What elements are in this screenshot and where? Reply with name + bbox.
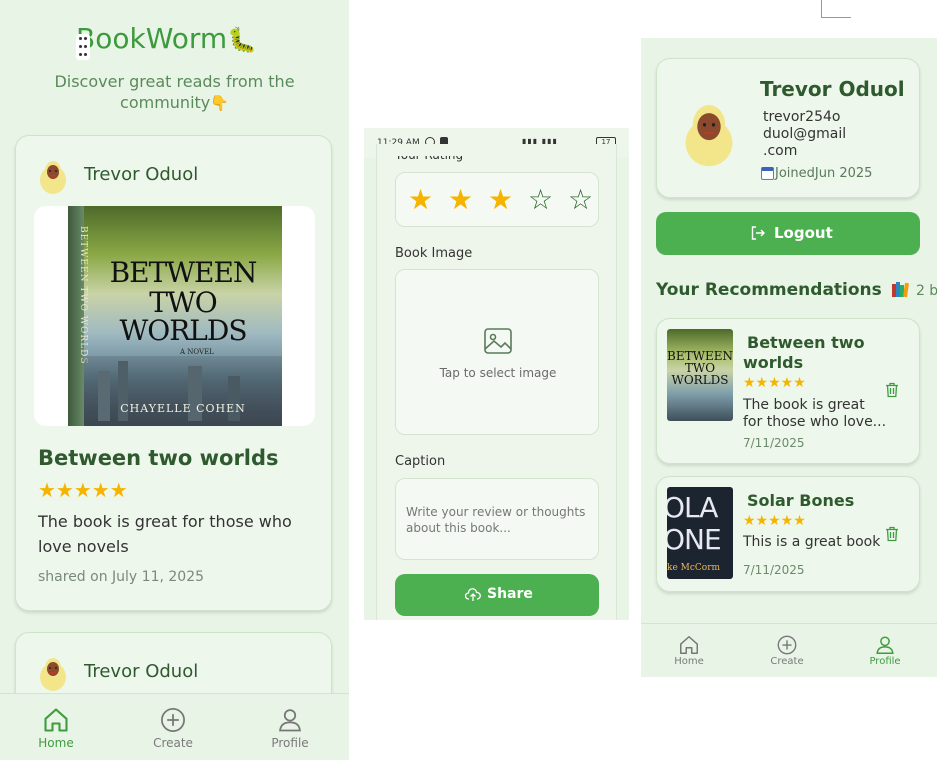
rec-caption-2: for those who love... (743, 414, 887, 430)
trash-icon[interactable] (885, 382, 899, 398)
post2-avatar[interactable] (38, 653, 68, 691)
app-subtitle: Discover great reads from the community👇 (0, 71, 349, 114)
caption-placeholder-1: Write your review or thoughts (406, 505, 586, 519)
books-icon (891, 280, 909, 298)
cover-title-line-3: WORLDS (119, 314, 247, 347)
nav-create[interactable]: Create (143, 706, 203, 750)
profile-card: Trevor Oduol trevor254o duol@gmail .com … (656, 58, 920, 198)
cloud-upload-icon (465, 588, 481, 602)
logout-button[interactable]: Logout (656, 212, 920, 255)
rec-stars: ★★★★★ (743, 375, 806, 391)
app-title-rest: ookWorm (95, 22, 228, 55)
rating-selector: ★ ★ ★ ☆ ☆ (395, 172, 599, 227)
rec-cover: OLA ONE ke McCorm (667, 487, 733, 579)
profile-name: Trevor Oduol (760, 77, 905, 101)
post-cover-frame: BETWEEN TWO WORLDS BETWEEN TWO WORLDS A … (34, 206, 315, 426)
nav-home-label: Home (38, 736, 74, 750)
book-cover-image: BETWEEN TWO WORLDS BETWEEN TWO WORLDS A … (68, 206, 282, 426)
subtitle-line-1: Discover great reads from the (54, 72, 295, 91)
calendar-icon (761, 167, 774, 180)
home-icon (42, 706, 70, 734)
user-icon (276, 706, 304, 734)
image-picker[interactable]: Tap to select image (395, 269, 599, 435)
post-card[interactable]: Trevor Oduol BETWEEN TWO WORLDS BETWEEN … (15, 135, 332, 611)
subtitle-line-2: community (120, 93, 211, 112)
post-book-title: Between two worlds (38, 446, 279, 470)
nav-home[interactable]: Home (26, 706, 86, 750)
recommendation-item[interactable]: OLA ONE ke McCorm Solar Bones ★★★★★ This… (656, 476, 920, 592)
caption-label: Caption (395, 454, 446, 469)
caterpillar-icon: 🐛 (227, 26, 258, 54)
recommendation-item[interactable]: BETWEEN TWO WORLDS Between two worlds ★★… (656, 318, 920, 464)
rec-title-1: Between two (747, 333, 865, 352)
rec-cover: BETWEEN TWO WORLDS (667, 329, 733, 421)
rec-caption-1: This is a great book (743, 534, 881, 550)
post-username[interactable]: Trevor Oduol (84, 164, 198, 185)
star-4-empty[interactable]: ☆ (528, 183, 553, 216)
logout-label: Logout (774, 224, 833, 242)
profile-email-2: duol@gmail (763, 126, 847, 142)
menu-dots-icon[interactable] (76, 34, 90, 60)
bottom-nav: Home Create Profile (0, 693, 349, 760)
nav-profile-label: Profile (271, 736, 309, 750)
rec-title-1: Solar Bones (747, 491, 855, 510)
post-avatar[interactable] (38, 156, 68, 194)
cover-author: CHAYELLE COHEN (120, 402, 246, 415)
nav-home-label: Home (674, 656, 704, 667)
recommendations-title: Your Recommendations (656, 280, 882, 300)
book-image-label: Book Image (395, 246, 473, 261)
post-rating-stars: ★★★★★ (38, 478, 128, 502)
rec-title-2: worlds (743, 353, 804, 372)
nav-create-label: Create (770, 656, 804, 667)
profile-bottom-nav: Home Create Profile (641, 623, 937, 677)
create-screen: 11:29 AM ▮▮▮ ▮▮▮ 17 Your Rating ★ ★ ★ ☆ … (364, 128, 629, 620)
post2-username[interactable]: Trevor Oduol (84, 661, 198, 682)
profile-joined: JoinedJun 2025 (775, 166, 873, 181)
profile-screen: Trevor Oduol trevor254o duol@gmail .com … (641, 38, 937, 677)
rec-caption-1: The book is great (743, 397, 865, 413)
rating-label: Your Rating (395, 148, 464, 162)
nav-create[interactable]: Create (759, 634, 815, 667)
star-3-filled[interactable]: ★ (488, 183, 513, 216)
logout-icon (750, 225, 766, 241)
plus-circle-icon (159, 706, 187, 734)
nav-profile-label: Profile (869, 656, 901, 667)
nav-profile[interactable]: Profile (857, 634, 913, 667)
home-screen: BookWorm🐛 Discover great reads from the … (0, 0, 349, 760)
rec-date: 7/11/2025 (743, 436, 805, 450)
profile-email-1: trevor254o (763, 109, 841, 125)
post-date: shared on July 11, 2025 (38, 569, 205, 585)
recommendations-count: 2 book (915, 283, 937, 299)
create-form: Your Rating ★ ★ ★ ☆ ☆ Book Image Tap to … (376, 144, 617, 620)
profile-email-3: .com (763, 143, 798, 159)
user-icon (874, 634, 896, 656)
rec-date: 7/11/2025 (743, 563, 805, 577)
cover-novel-label: A NOVEL (180, 348, 214, 356)
home-icon (678, 634, 700, 656)
nav-home[interactable]: Home (661, 634, 717, 667)
app-title: BookWorm🐛 (76, 22, 257, 55)
recommendations-header: Your Recommendations 2 book (656, 280, 937, 300)
image-placeholder-text: Tap to select image (439, 366, 557, 380)
caption-placeholder-2: about this book... (406, 521, 511, 535)
image-icon (483, 327, 513, 355)
profile-avatar[interactable] (682, 97, 736, 167)
cover-title-line-1: BETWEEN (109, 256, 258, 289)
share-button[interactable]: Share (395, 574, 599, 616)
star-2-filled[interactable]: ★ (448, 183, 473, 216)
star-5-empty[interactable]: ☆ (568, 183, 593, 216)
nav-create-label: Create (153, 736, 193, 750)
window-corner (821, 0, 851, 18)
nav-profile[interactable]: Profile (260, 706, 320, 750)
trash-icon[interactable] (885, 526, 899, 542)
pointing-down-icon: 👇 (210, 94, 229, 112)
plus-circle-icon (776, 634, 798, 656)
post-caption: The book is great for those who love nov… (38, 512, 292, 556)
star-1-filled[interactable]: ★ (408, 183, 433, 216)
share-label: Share (487, 586, 533, 602)
caption-input[interactable]: Write your review or thoughts about this… (395, 478, 599, 560)
rec-stars: ★★★★★ (743, 513, 806, 529)
